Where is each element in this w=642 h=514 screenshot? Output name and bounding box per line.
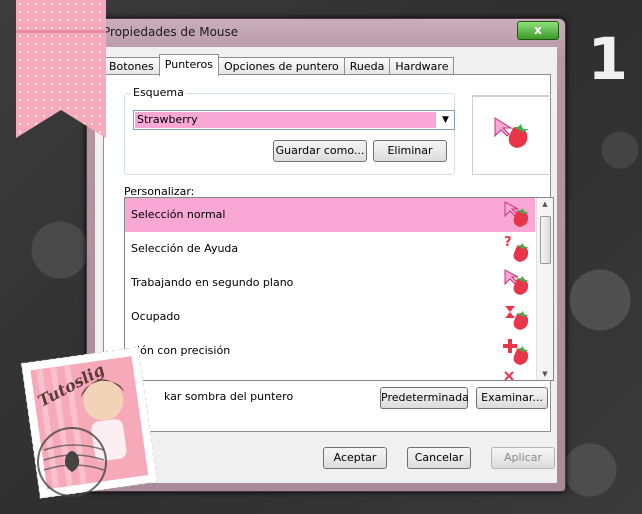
shadow-checkbox-label[interactable]: kar sombra del puntero: [164, 390, 293, 403]
tab-strip: Botones Punteros Opciones de puntero Rue…: [103, 54, 455, 76]
step-number: 1: [587, 25, 628, 93]
window-title: Propiedades de Mouse: [103, 25, 239, 39]
list-item-label: Selección de Ayuda: [131, 242, 239, 255]
list-item[interactable]: Selección normal: [125, 198, 535, 232]
list-item-label: Ocupado: [131, 310, 181, 323]
list-item[interactable]: Ocupado: [125, 300, 535, 334]
help-strawberry-icon: ?: [504, 235, 529, 262]
close-button[interactable]: x: [517, 21, 559, 40]
scrollbar-thumb[interactable]: [540, 216, 551, 264]
arrow-strawberry-icon: [494, 117, 529, 148]
scheme-group-label: Esquema: [131, 86, 186, 99]
ok-button[interactable]: Aceptar: [323, 447, 387, 469]
title-bar[interactable]: Propiedades de Mouse x: [87, 19, 565, 43]
save-as-button[interactable]: Guardar como...: [273, 140, 367, 162]
busy-arrow-strawberry-icon: [504, 269, 529, 295]
crosshair-strawberry-icon: [503, 339, 529, 365]
scheme-dropdown[interactable]: Strawberry ▼: [133, 110, 455, 130]
tutoslig-stamp: Tutoslig: [14, 340, 174, 500]
pink-ribbon-bookmark: [16, 0, 106, 138]
arrow-strawberry-icon: [504, 201, 529, 227]
list-item-label: Selección normal: [131, 208, 226, 221]
list-scrollbar[interactable]: ▲ ▼: [536, 198, 553, 380]
list-item[interactable]: ción con precisión: [125, 334, 535, 368]
list-item[interactable]: Selección de Ayuda ?: [125, 232, 535, 266]
tab-punteros[interactable]: Punteros: [158, 54, 220, 76]
list-item[interactable]: [125, 368, 535, 380]
list-item-label: Trabajando en segundo plano: [131, 276, 294, 289]
cursor-strawberry-icon: [504, 371, 514, 380]
defaults-button[interactable]: Predeterminada: [380, 387, 469, 409]
delete-button[interactable]: Eliminar: [373, 140, 447, 162]
cursor-preview: [472, 95, 551, 175]
svg-text:?: ?: [504, 235, 512, 250]
cancel-button[interactable]: Cancelar: [407, 447, 471, 469]
apply-button[interactable]: Aplicar: [491, 447, 555, 469]
chevron-down-icon[interactable]: ▼: [437, 111, 454, 129]
list-item[interactable]: Trabajando en segundo plano: [125, 266, 535, 300]
scroll-down-icon[interactable]: ▼: [537, 370, 553, 378]
hourglass-strawberry-icon: [505, 306, 529, 330]
scroll-up-icon[interactable]: ▲: [537, 200, 553, 208]
scheme-dropdown-value: Strawberry: [135, 112, 436, 128]
cursor-list: Selección normal Selección de Ayuda ? Tr…: [124, 197, 554, 381]
browse-button[interactable]: Examinar...: [476, 387, 548, 409]
scheme-group: Esquema Strawberry ▼ Guardar como... Eli…: [124, 86, 455, 175]
